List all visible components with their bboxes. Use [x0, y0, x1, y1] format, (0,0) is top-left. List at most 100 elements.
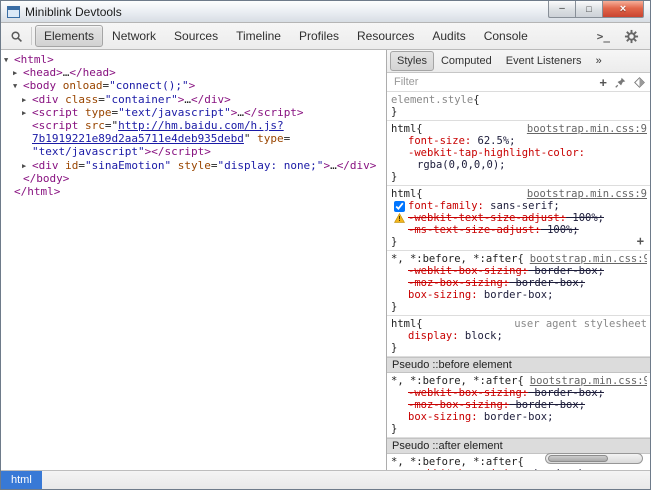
style-property[interactable]: display: block; [391, 330, 647, 342]
style-property[interactable]: -ms-text-size-adjust: 100%; [391, 224, 647, 236]
new-style-rule-button[interactable]: + [599, 77, 607, 88]
code-token: <head> [23, 66, 63, 79]
close-button[interactable]: × [602, 1, 644, 18]
tree-node[interactable]: <script src="http://hm.baidu.com/h.js? [1, 119, 386, 132]
sidebar-tab-styles[interactable]: Styles [390, 51, 434, 71]
rule-selector: *, *:before, *:after {bootstrap.min.css:… [391, 375, 647, 387]
sidebar-tab-event-listeners[interactable]: Event Listeners [499, 51, 589, 71]
code-token: ></script> [145, 145, 211, 158]
code-token: http://hm.baidu.com/h.js? [118, 119, 284, 132]
rule-selector: html {bootstrap.min.css:9 [391, 188, 647, 200]
tab-timeline[interactable]: Timeline [227, 25, 290, 47]
style-property[interactable]: box-sizing: border-box; [391, 289, 647, 301]
stylesheet-link[interactable]: bootstrap.min.css:9 [521, 188, 647, 200]
minimize-button[interactable]: – [548, 1, 575, 18]
style-property[interactable]: -webkit-box-sizing: border-box; [391, 387, 647, 399]
code-token: border-box; [528, 468, 604, 470]
tab-network[interactable]: Network [103, 25, 165, 47]
style-property[interactable]: rgba(0,0,0,0); [391, 159, 647, 171]
style-property[interactable]: -moz-box-sizing: border-box; [391, 277, 647, 289]
devtools-window: Miniblink Devtools – □ × ElementsNetwork… [0, 0, 651, 490]
tab-audits[interactable]: Audits [423, 25, 474, 47]
tree-node[interactable]: </html> [1, 185, 386, 198]
expand-arrow-icon[interactable]: ▶ [22, 94, 32, 107]
collapse-arrow-icon[interactable]: ▼ [13, 80, 23, 93]
code-token: </script> [244, 106, 304, 119]
code-token: </head> [69, 66, 115, 79]
console-drawer-button[interactable]: >_ [594, 28, 613, 45]
style-property[interactable]: -webkit-text-size-adjust: 100%; [391, 212, 647, 224]
rule-selector: element.style { [391, 94, 647, 106]
code-token: { [473, 94, 479, 106]
code-token: <script [32, 106, 78, 119]
style-property[interactable]: -moz-box-sizing: border-box; [391, 399, 647, 411]
styles-filter-input[interactable] [392, 75, 599, 89]
stylesheet-link[interactable]: bootstrap.min.css:9 [521, 123, 647, 135]
code-token: 100%; [566, 212, 604, 224]
elements-tree: ▼<html>▶<head>…</head>▼<body onload="con… [1, 50, 386, 470]
new-property-button[interactable]: + [637, 236, 647, 248]
pseudo-element-header: Pseudo ::after element [387, 438, 650, 454]
code-token: box-sizing: [408, 411, 478, 423]
horizontal-scrollbar[interactable] [545, 453, 643, 464]
search-button[interactable] [4, 25, 28, 47]
tree-node[interactable]: ▶<div id="sinaEmotion" style="display: n… [1, 159, 386, 172]
tree-node[interactable]: ▶<div class="container">…</div> [1, 93, 386, 106]
style-property[interactable]: -webkit-tap-highlight-color: [391, 147, 647, 159]
tab-profiles[interactable]: Profiles [290, 25, 348, 47]
tree-node[interactable]: </body> [1, 172, 386, 185]
style-property[interactable]: font-size: 62.5%; [391, 135, 647, 147]
breadcrumb-html[interactable]: html [1, 471, 42, 489]
settings-button[interactable] [619, 25, 643, 47]
tree-node[interactable]: "text/javascript"></script> [1, 145, 386, 158]
code-token: html [391, 318, 416, 330]
sidebar-tab-computed[interactable]: Computed [434, 51, 499, 71]
gear-icon [624, 29, 639, 44]
style-property[interactable]: -webkit-box-sizing: border-box; [391, 468, 647, 470]
style-property[interactable]: box-sizing: border-box; [391, 411, 647, 423]
toggle-element-state-icon[interactable] [615, 77, 626, 88]
stylesheet-link[interactable]: bootstrap.min.css:9 [524, 375, 647, 387]
tree-node[interactable]: ▶<script type="text/javascript">…</scrip… [1, 106, 386, 119]
expand-arrow-icon[interactable]: ▶ [22, 107, 32, 120]
stylesheet-link[interactable]: bootstrap.min.css:9 [524, 253, 647, 265]
tree-node[interactable]: ▼<html> [1, 53, 386, 66]
tab-resources[interactable]: Resources [348, 25, 423, 47]
code-token: " [244, 132, 251, 145]
style-property[interactable]: font-family: sans-serif; [391, 200, 647, 212]
rule-selector: html {bootstrap.min.css:9 [391, 123, 647, 135]
code-token: *, *:before, *:after [391, 253, 517, 265]
tree-node[interactable]: 7b1919221e89d2aa5711e4deb935debd" type= [1, 132, 386, 145]
code-token: -webkit-box-sizing: [408, 387, 528, 399]
tab-elements[interactable]: Elements [35, 25, 103, 47]
code-token: src [78, 119, 105, 132]
code-token: id [59, 159, 79, 172]
tree-node[interactable]: ▶<head>…</head> [1, 66, 386, 79]
code-token: html [391, 188, 416, 200]
maximize-button[interactable]: □ [575, 1, 602, 18]
titlebar: Miniblink Devtools – □ × [1, 1, 650, 23]
code-token: } [391, 236, 397, 248]
tab-sources[interactable]: Sources [165, 25, 227, 47]
code-token: "connect();" [109, 79, 188, 92]
code-token: sans-serif; [484, 200, 560, 212]
code-token: border-box; [528, 265, 604, 277]
content-area: ▼<html>▶<head>…</head>▼<body onload="con… [1, 50, 650, 470]
code-token: </div> [191, 93, 231, 106]
code-token: <body [23, 79, 56, 92]
code-token: "text/javascript" [32, 145, 145, 158]
code-token: type [251, 132, 284, 145]
code-token: "sinaEmotion" [85, 159, 171, 172]
scrollbar-thumb[interactable] [548, 455, 608, 462]
style-property[interactable]: -webkit-box-sizing: border-box; [391, 265, 647, 277]
sidebar-tabs-overflow-icon[interactable]: » [589, 51, 609, 71]
tab-console[interactable]: Console [475, 25, 537, 47]
code-token: > [189, 79, 196, 92]
code-token: border-box; [478, 289, 554, 301]
style-rule: html {user agent stylesheetdisplay: bloc… [387, 316, 650, 357]
rule-selector: *, *:before, *:after {bootstrap.min.css:… [391, 253, 647, 265]
color-format-icon[interactable] [634, 77, 645, 88]
property-enabled-checkbox[interactable] [394, 201, 405, 212]
code-token: 62.5%; [471, 135, 515, 147]
tree-node[interactable]: ▼<body onload="connect();"> [1, 79, 386, 92]
